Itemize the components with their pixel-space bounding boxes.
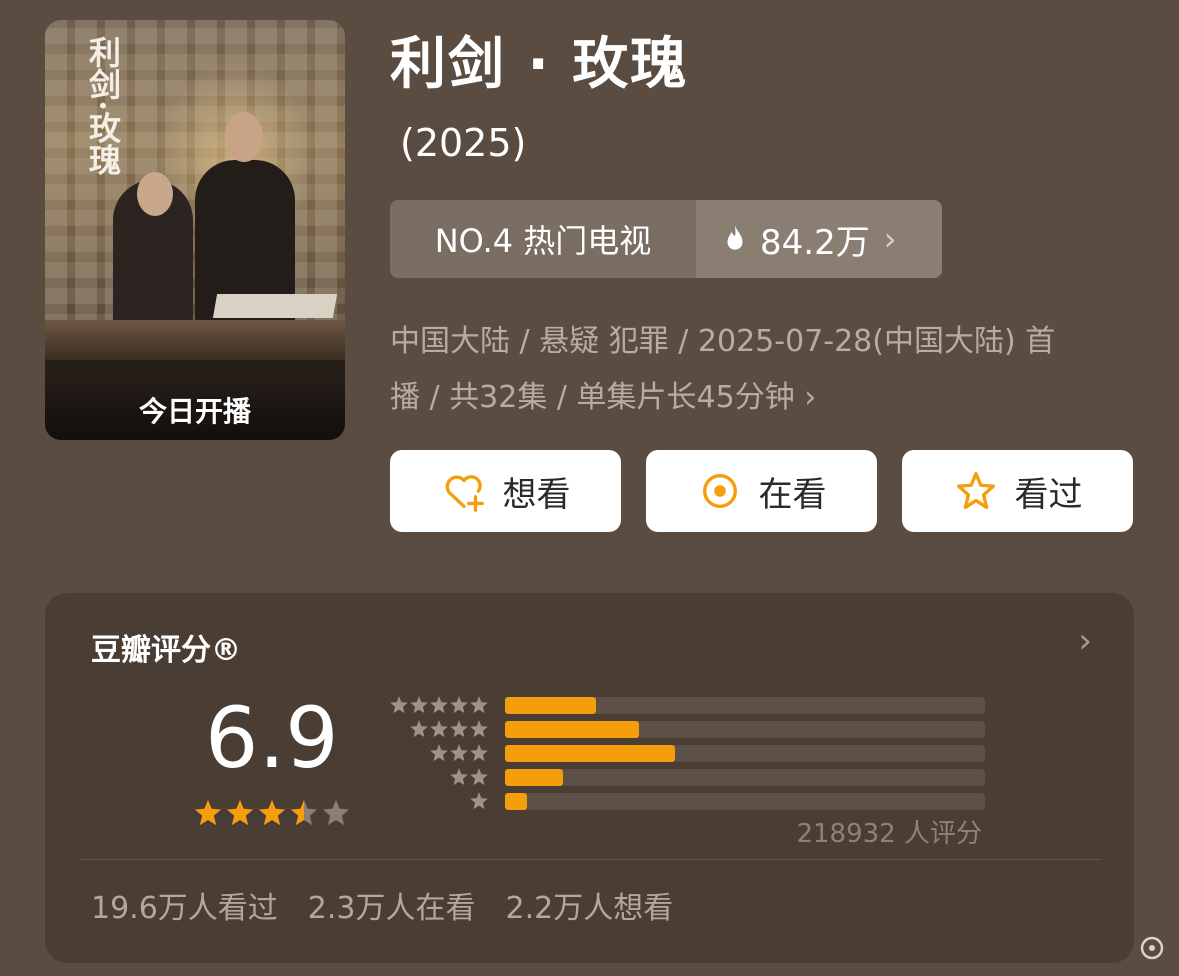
distribution-bar-track xyxy=(505,720,985,738)
star-outline-icon xyxy=(956,472,995,509)
gray-star-icon xyxy=(430,696,448,714)
rating-star-icon xyxy=(258,799,286,826)
distribution-row xyxy=(383,693,985,717)
poster-figure-man-head xyxy=(225,112,263,162)
watermark xyxy=(845,930,1165,966)
gray-star-icon xyxy=(470,720,488,738)
action-buttons: 想看 在看 看过 xyxy=(390,450,1133,532)
poster-figure-woman-head xyxy=(137,172,173,216)
rating-star-icon xyxy=(290,799,318,826)
poster-papers xyxy=(212,294,338,318)
distribution-bar-track xyxy=(505,696,985,714)
distribution-bar xyxy=(505,720,640,738)
gray-star-icon xyxy=(450,696,468,714)
distribution-stars xyxy=(383,767,489,787)
distribution-row xyxy=(383,765,985,789)
distribution-bar-track xyxy=(505,792,985,810)
gray-star-icon xyxy=(410,720,428,738)
gray-star-icon xyxy=(450,720,468,738)
watching-label: 在看 xyxy=(758,474,827,515)
rank-badge[interactable]: NO.4 热门电视 84.2万 › xyxy=(390,200,942,278)
page-title: 利剑 · 玫瑰 xyxy=(390,32,689,97)
rating-star-icon xyxy=(226,799,254,826)
distribution-bar xyxy=(505,744,676,762)
gray-star-icon xyxy=(470,768,488,786)
rating-stars xyxy=(193,798,351,828)
distribution-stars xyxy=(383,791,489,811)
gray-star-icon xyxy=(450,744,468,762)
watching-button[interactable]: 在看 xyxy=(646,450,877,532)
want-to-watch-label: 想看 xyxy=(502,474,571,515)
gray-star-icon xyxy=(430,720,448,738)
distribution-row xyxy=(383,741,985,765)
rating-score: 6.9 xyxy=(205,689,339,787)
poster-title: 利剑·玫瑰 xyxy=(84,36,122,176)
distribution-stars xyxy=(383,719,489,739)
divider xyxy=(79,859,1100,860)
vote-count: 218932 人评分 xyxy=(796,819,982,849)
poster-image[interactable]: 利剑·玫瑰 今日开播 xyxy=(45,20,345,440)
rating-star-icon xyxy=(322,799,350,826)
meta-line-1: 中国大陆 / 悬疑 犯罪 / 2025-07-28(中国大陆) 首 xyxy=(390,324,1056,359)
gray-star-icon xyxy=(470,696,488,714)
watch-stats: 19.6万人看过 2.3万人在看 2.2万人想看 xyxy=(91,883,673,927)
chevron-right-icon: › xyxy=(804,380,817,415)
gray-star-icon xyxy=(450,768,468,786)
release-year: (2025) xyxy=(400,121,527,165)
gray-star-icon xyxy=(430,744,448,762)
rating-star-icon xyxy=(194,799,222,826)
watched-count: 19.6万人看过 xyxy=(91,891,278,926)
show-meta[interactable]: 中国大陆 / 悬疑 犯罪 / 2025-07-28(中国大陆) 首 播 / 共3… xyxy=(390,314,1130,426)
watching-count: 2.3万人在看 xyxy=(307,891,476,926)
watched-button[interactable]: 看过 xyxy=(902,450,1133,532)
distribution-bar xyxy=(505,792,527,810)
gray-star-icon xyxy=(390,696,408,714)
gray-star-icon xyxy=(410,696,428,714)
rating-title: 豆瓣评分® xyxy=(91,633,241,668)
poster-caption: 今日开播 xyxy=(45,384,345,440)
distribution-stars xyxy=(383,743,489,763)
gray-star-icon xyxy=(470,792,488,810)
rating-distribution xyxy=(383,693,985,813)
gray-star-icon xyxy=(470,744,488,762)
heat-value: 84.2万 xyxy=(760,222,870,263)
chevron-right-icon[interactable]: › xyxy=(1078,621,1092,661)
want-count: 2.2万人想看 xyxy=(505,891,674,926)
want-to-watch-button[interactable]: 想看 xyxy=(390,450,621,532)
watched-label: 看过 xyxy=(1014,474,1083,515)
meta-line-2: 播 / 共32集 / 单集片长45分钟 › xyxy=(390,370,1130,426)
target-icon xyxy=(702,473,737,509)
distribution-row xyxy=(383,789,985,813)
chevron-right-icon: › xyxy=(883,220,897,258)
weibo-logo-icon xyxy=(1140,936,1164,960)
distribution-bar-track xyxy=(505,744,985,762)
rating-card[interactable]: 豆瓣评分® › 6.9 218932 人评分 19.6万人看过 2.3万人在看 … xyxy=(45,593,1134,963)
distribution-bar xyxy=(505,768,563,786)
rank-label: NO.4 热门电视 xyxy=(390,200,696,278)
meta-line-2-text: 播 / 共32集 / 单集片长45分钟 xyxy=(390,380,795,415)
distribution-bar xyxy=(505,696,597,714)
poster-desk xyxy=(45,320,345,360)
distribution-row xyxy=(383,717,985,741)
heart-plus-icon xyxy=(445,475,484,512)
distribution-bar-track xyxy=(505,768,985,786)
distribution-stars xyxy=(383,695,489,715)
flame-icon xyxy=(727,225,743,250)
heat-value-button[interactable]: 84.2万 › xyxy=(696,200,942,278)
